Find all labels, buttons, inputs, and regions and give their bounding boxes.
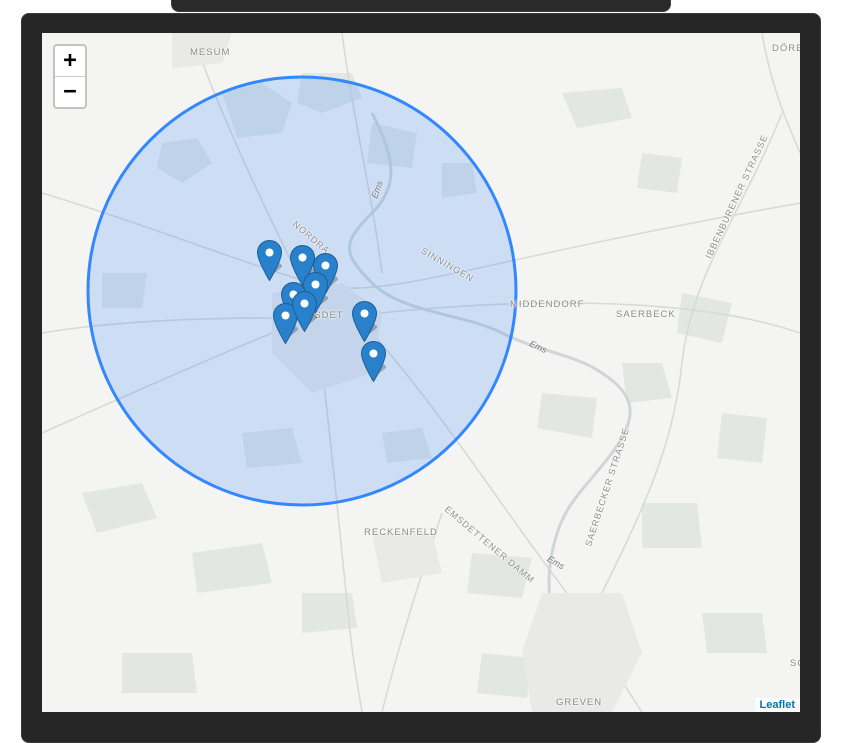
attribution-link[interactable]: Leaflet	[754, 698, 800, 712]
map-marker[interactable]	[360, 341, 386, 382]
map-viewport[interactable]: MESUM NORDRA SINNINGEN EMSDET MIDDENDORF…	[42, 33, 800, 712]
zoom-in-button[interactable]: +	[55, 46, 85, 77]
place-label-reckenfeld: RECKENFELD	[364, 527, 438, 538]
map-marker[interactable]	[256, 240, 282, 281]
place-label-mesum: MESUM	[190, 47, 231, 58]
zoom-control: + −	[53, 44, 87, 109]
map-marker[interactable]	[351, 301, 377, 342]
place-label-sc: SC	[790, 658, 800, 669]
place-label-doere: DÖRE	[772, 43, 800, 54]
place-label-middendorf: MIDDENDORF	[510, 299, 585, 310]
map-base-layer	[42, 33, 800, 712]
place-label-greven: GREVEN	[556, 697, 603, 708]
top-tab-bar	[171, 0, 671, 12]
map-marker[interactable]	[291, 291, 317, 332]
place-label-saerbeck: SAERBECK	[616, 309, 676, 320]
zoom-out-button[interactable]: −	[55, 77, 85, 107]
